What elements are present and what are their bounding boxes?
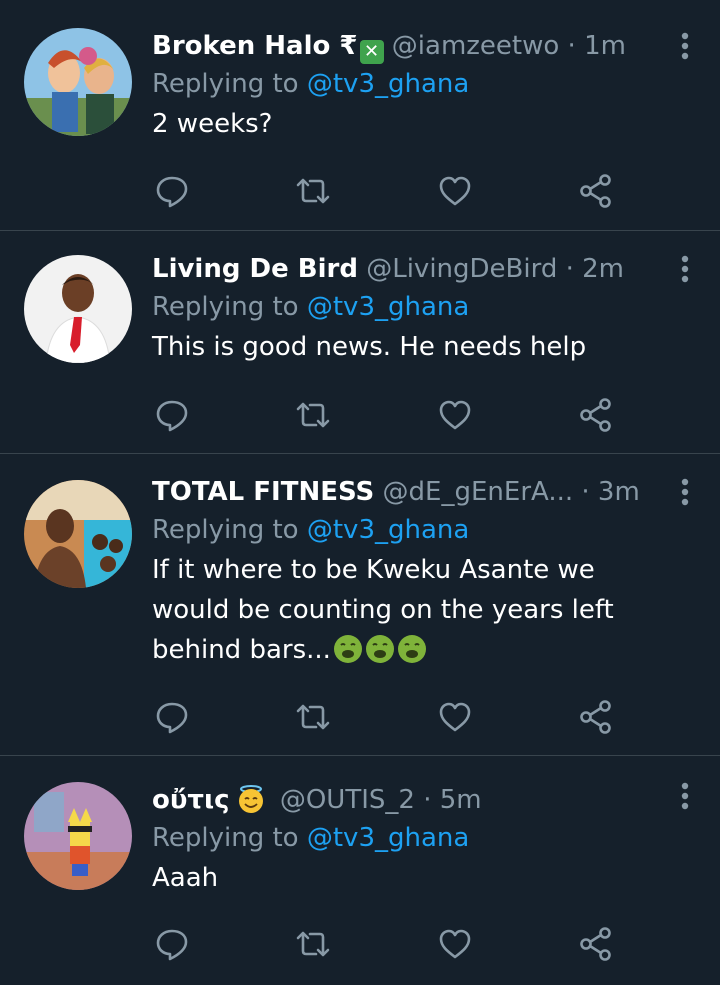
replying-label: Replying to [152,292,307,322]
display-name[interactable]: TOTAL FITNESS [152,477,374,507]
share-icon[interactable] [578,397,614,433]
reply-icon[interactable] [154,699,190,735]
reply-feed: Broken Halo ₹ ✕ @iamzeetwo · 1m Replying … [0,0,720,985]
display-name[interactable]: Living De Bird [152,254,358,284]
tweet-text: If it where to be Kweku Asante we would … [152,550,660,676]
replying-label: Replying to [152,69,307,99]
replying-to-link[interactable]: @tv3_ghana [307,69,469,99]
tweet-content: Broken Halo ₹ ✕ @iamzeetwo · 1m Replying … [152,28,660,144]
tweet-text-line: would be counting on the years left [152,595,614,625]
replying-to: Replying to @tv3_ghana [152,510,660,550]
reply-icon[interactable] [154,173,190,209]
display-name[interactable]: οὔτις [152,785,230,815]
tweet-actions [152,699,632,735]
tweet-header: οὔτις @OUTIS_2 · 5m [152,782,660,818]
tweet-content: Living De Bird @LivingDeBird · 2m Replyi… [152,251,660,367]
tweet-header: Broken Halo ₹ ✕ @iamzeetwo · 1m [152,28,660,64]
handle[interactable]: @LivingDeBird [366,254,557,284]
tweet-content: οὔτις @OUTIS_2 · 5m Replying to @tv3_gha… [152,782,660,898]
tweet-text-line: 2 weeks? [152,109,273,139]
avatar[interactable] [24,255,132,363]
share-icon[interactable] [578,173,614,209]
nauseated-face-emoji [365,635,394,663]
tweet-actions [152,397,632,433]
timestamp: · 3m [581,477,640,507]
handle[interactable]: @iamzeetwo [392,31,560,61]
tweet-actions [152,926,632,962]
timestamp: · 2m [565,254,625,284]
tweet-text-line: If it where to be Kweku Asante we [152,555,595,585]
avatar[interactable] [24,28,132,136]
handle[interactable]: @dE_gEnErA... [383,477,574,507]
retweet-icon[interactable] [295,173,331,209]
tweet-text-line: Aaah [152,863,219,893]
tweet-text-segment: behind bars... [152,635,331,665]
tweet-text: Aaah [152,858,660,898]
retweet-icon[interactable] [295,926,331,962]
avatar[interactable] [24,782,132,890]
smiling-face-with-halo-emoji [236,784,266,818]
emoji-group [331,634,427,676]
tweet-header: Living De Bird @LivingDeBird · 2m [152,251,660,287]
timestamp: · 1m [567,31,626,61]
tweet-item[interactable]: Living De Bird @LivingDeBird · 2m Replyi… [0,231,720,454]
timestamp: · 5m [423,785,482,815]
tweet-item[interactable]: οὔτις @OUTIS_2 · 5m Replying to @tv3_gha… [0,756,720,985]
replying-to: Replying to @tv3_ghana [152,818,660,858]
nauseated-face-emoji [397,635,426,663]
replying-label: Replying to [152,823,307,853]
tweet-text-line: behind bars... [152,630,660,676]
handle[interactable]: @OUTIS_2 [280,785,415,815]
tweet-item[interactable]: Broken Halo ₹ ✕ @iamzeetwo · 1m Replying … [0,0,720,231]
replying-to-link[interactable]: @tv3_ghana [307,292,469,322]
like-icon[interactable] [437,926,473,962]
tweet-text: 2 weeks? [152,104,660,144]
tweet-content: TOTAL FITNESS @dE_gEnErA... · 3m Replyin… [152,474,660,676]
tweet-text-line: This is good news. He needs help [152,332,587,362]
nauseated-face-emoji [333,635,362,663]
tweet-header: TOTAL FITNESS @dE_gEnErA... · 3m [152,474,660,510]
more-options-icon[interactable] [680,255,690,283]
replying-to-link[interactable]: @tv3_ghana [307,823,469,853]
more-options-icon[interactable] [680,32,690,60]
replying-to: Replying to @tv3_ghana [152,287,660,327]
more-options-icon[interactable] [680,782,690,810]
display-name[interactable]: Broken Halo ₹ [152,31,358,61]
tweet-text: This is good news. He needs help [152,327,660,367]
reply-icon[interactable] [154,397,190,433]
share-icon[interactable] [578,926,614,962]
replying-to: Replying to @tv3_ghana [152,64,660,104]
like-icon[interactable] [437,699,473,735]
replying-to-link[interactable]: @tv3_ghana [307,515,469,545]
tweet-actions [152,173,632,209]
replying-label: Replying to [152,515,307,545]
reply-icon[interactable] [154,926,190,962]
cross-mark-badge: ✕ [359,40,384,64]
like-icon[interactable] [437,397,473,433]
retweet-icon[interactable] [295,397,331,433]
like-icon[interactable] [437,173,473,209]
share-icon[interactable] [578,699,614,735]
tweet-item[interactable]: TOTAL FITNESS @dE_gEnErA... · 3m Replyin… [0,454,720,756]
retweet-icon[interactable] [295,699,331,735]
avatar[interactable] [24,480,132,588]
more-options-icon[interactable] [680,478,690,506]
